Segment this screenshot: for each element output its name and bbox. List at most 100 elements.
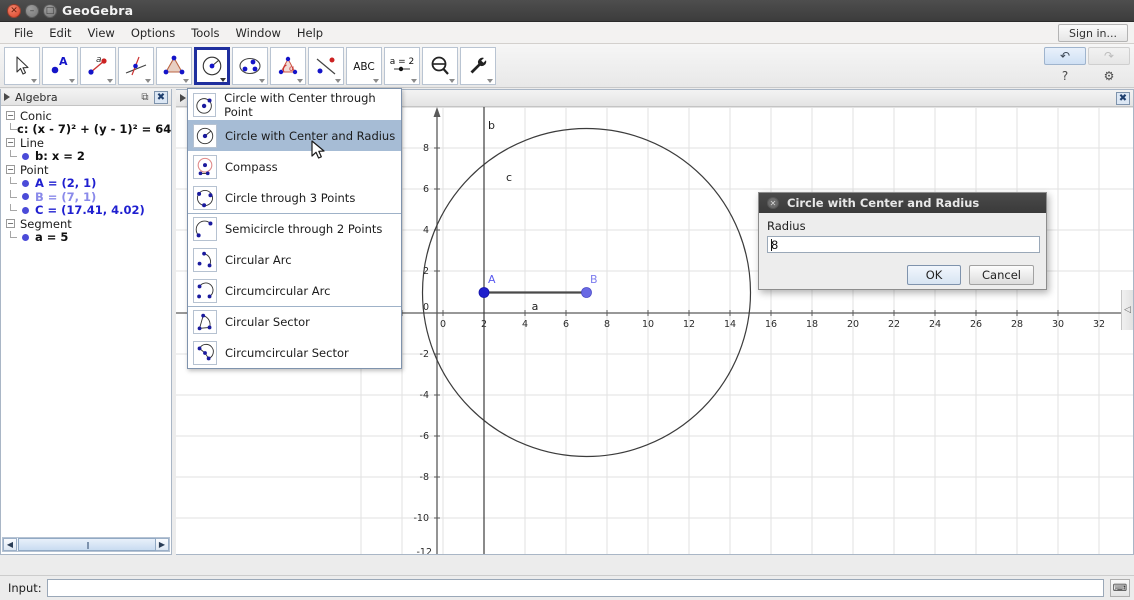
visibility-dot-icon[interactable] (22, 233, 29, 241)
collapse-toggle-icon[interactable]: − (6, 165, 15, 175)
reflect-tool-button[interactable] (308, 47, 344, 85)
semicircle-icon (193, 217, 217, 241)
text-tool-button[interactable]: ABC (346, 47, 382, 85)
list-item[interactable]: B = (7, 1) (4, 190, 171, 204)
perpendicular-line-tool-button[interactable] (118, 47, 154, 85)
tool-caret-icon (69, 79, 75, 83)
list-item[interactable]: b: x = 2 (4, 149, 171, 163)
redo-button[interactable]: ↷ (1088, 47, 1130, 65)
circle-center-point-icon (193, 92, 217, 117)
list-item[interactable]: c: (x - 7)² + (y - 1)² = 64 (4, 122, 171, 136)
window-minimize-icon[interactable]: – (25, 4, 39, 18)
window-maximize-icon[interactable]: □ (43, 4, 57, 18)
menu-item-label: Circumcircular Sector (225, 345, 349, 360)
perpendicular-line-icon (125, 56, 147, 76)
svg-text:ABC: ABC (353, 61, 375, 73)
menu-item-compass[interactable]: Compass (188, 151, 401, 182)
menu-window[interactable]: Window (228, 23, 289, 43)
list-item[interactable]: A = (2, 1) (4, 176, 171, 190)
slider-icon: a = 2 (390, 57, 414, 72)
group-header[interactable]: − Conic (4, 109, 171, 123)
window-close-icon[interactable]: ✕ (7, 4, 21, 18)
ok-button[interactable]: OK (907, 265, 962, 285)
keyboard-icon[interactable]: ⌨ (1110, 579, 1130, 597)
algebra-group-segment: − Segment a = 5 (4, 217, 171, 244)
menu-item-label: Circle through 3 Points (225, 190, 356, 205)
circle-tool-button[interactable] (194, 47, 230, 85)
slider-tool-button[interactable]: a = 2 (384, 47, 420, 85)
circumcircular-arc-icon (193, 278, 217, 303)
reflect-icon (316, 57, 336, 75)
svg-text:4: 4 (423, 225, 429, 236)
zoom-tool-button[interactable] (422, 47, 458, 85)
menu-help[interactable]: Help (289, 23, 331, 43)
list-item[interactable]: C = (17.41, 4.02) (4, 203, 171, 218)
menu-view[interactable]: View (80, 23, 123, 43)
scroll-left-icon[interactable]: ◀ (3, 538, 17, 551)
polygon-tool-button[interactable] (156, 47, 192, 85)
collapse-toggle-icon[interactable]: − (6, 111, 15, 121)
angle-tool-button[interactable]: α (270, 47, 306, 85)
group-header[interactable]: − Segment (4, 217, 171, 231)
visibility-dot-icon[interactable] (22, 206, 29, 214)
list-item[interactable]: a = 5 (4, 230, 171, 244)
point-tool-button[interactable]: A (42, 47, 78, 85)
help-button[interactable]: ? (1044, 68, 1086, 84)
visibility-dot-icon[interactable] (22, 152, 29, 160)
point-icon: A (51, 55, 68, 74)
group-header[interactable]: − Point (4, 163, 171, 177)
dialog-close-icon[interactable]: ✕ (767, 197, 779, 209)
scroll-thumb[interactable] (18, 538, 156, 551)
menu-item-label: Compass (225, 159, 278, 174)
svg-text:-10: -10 (413, 513, 429, 524)
tree-line (10, 203, 21, 218)
menu-item-circumcircular-sector[interactable]: Circumcircular Sector (188, 337, 401, 368)
point-a[interactable] (478, 287, 490, 298)
expand-triangle-icon[interactable] (4, 93, 10, 101)
settings-gear-icon[interactable]: ⚙ (1088, 68, 1130, 84)
ellipse-tool-button[interactable] (232, 47, 268, 85)
expand-triangle-icon[interactable] (180, 94, 186, 102)
tool-caret-icon (411, 79, 417, 83)
menu-item-circle-through-3-points[interactable]: Circle through 3 Points (188, 182, 401, 213)
tool-caret-icon (297, 79, 303, 83)
radius-input[interactable]: 8 (767, 236, 1040, 253)
radius-field-label: Radius (767, 219, 806, 233)
graphics-close-icon[interactable]: ✖ (1116, 92, 1130, 105)
collapse-toggle-icon[interactable]: − (6, 219, 15, 229)
menu-item-circular-arc[interactable]: Circular Arc (188, 244, 401, 275)
tool-caret-icon (373, 79, 379, 83)
menu-item-circle-with-center-and-radius[interactable]: Circle with Center and Radius (188, 120, 401, 151)
point-b[interactable] (581, 287, 592, 298)
algebra-close-icon[interactable]: ✖ (154, 90, 168, 104)
collapse-toggle-icon[interactable]: − (6, 138, 15, 148)
group-header[interactable]: − Line (4, 136, 171, 150)
window-title: GeoGebra (62, 3, 134, 18)
menu-item-circular-sector[interactable]: Circular Sector (188, 306, 401, 337)
menu-item-semicircle-through-2-points[interactable]: Semicircle through 2 Points (188, 213, 401, 244)
visibility-dot-icon[interactable] (22, 179, 29, 187)
menu-edit[interactable]: Edit (41, 23, 79, 43)
algebra-item-point-b: B = (7, 1) (35, 189, 97, 204)
menu-file[interactable]: File (6, 23, 41, 43)
restore-icon[interactable]: ⧉ (138, 91, 152, 104)
menu-options[interactable]: Options (123, 23, 183, 43)
move-graphics-tool-button[interactable] (460, 47, 496, 85)
algebra-item-point-c: C = (17.41, 4.02) (35, 203, 145, 218)
scroll-track[interactable] (17, 538, 156, 551)
undo-button[interactable]: ↶ (1044, 47, 1086, 65)
menu-item-circle-with-center-through-point[interactable]: Circle with Center through Point (188, 89, 401, 120)
text-abc-icon: ABC (353, 61, 375, 73)
sign-in-button[interactable]: Sign in... (1057, 24, 1128, 42)
input-field[interactable] (46, 579, 1104, 597)
visibility-dot-icon[interactable] (22, 193, 29, 201)
move-tool-button[interactable] (4, 47, 40, 85)
line-tool-button[interactable]: a (80, 47, 116, 85)
cancel-button[interactable]: Cancel (969, 265, 1034, 285)
collapse-panel-icon[interactable]: ◁ (1121, 290, 1133, 330)
menu-item-circumcircular-arc[interactable]: Circumcircular Arc (188, 275, 401, 306)
algebra-horizontal-scrollbar[interactable]: ◀ ▶ (2, 537, 170, 552)
toolbar-right-controls: ↶ ↷ ? ⚙ (1034, 47, 1130, 84)
menu-tools[interactable]: Tools (183, 23, 227, 43)
scroll-right-icon[interactable]: ▶ (155, 538, 169, 551)
